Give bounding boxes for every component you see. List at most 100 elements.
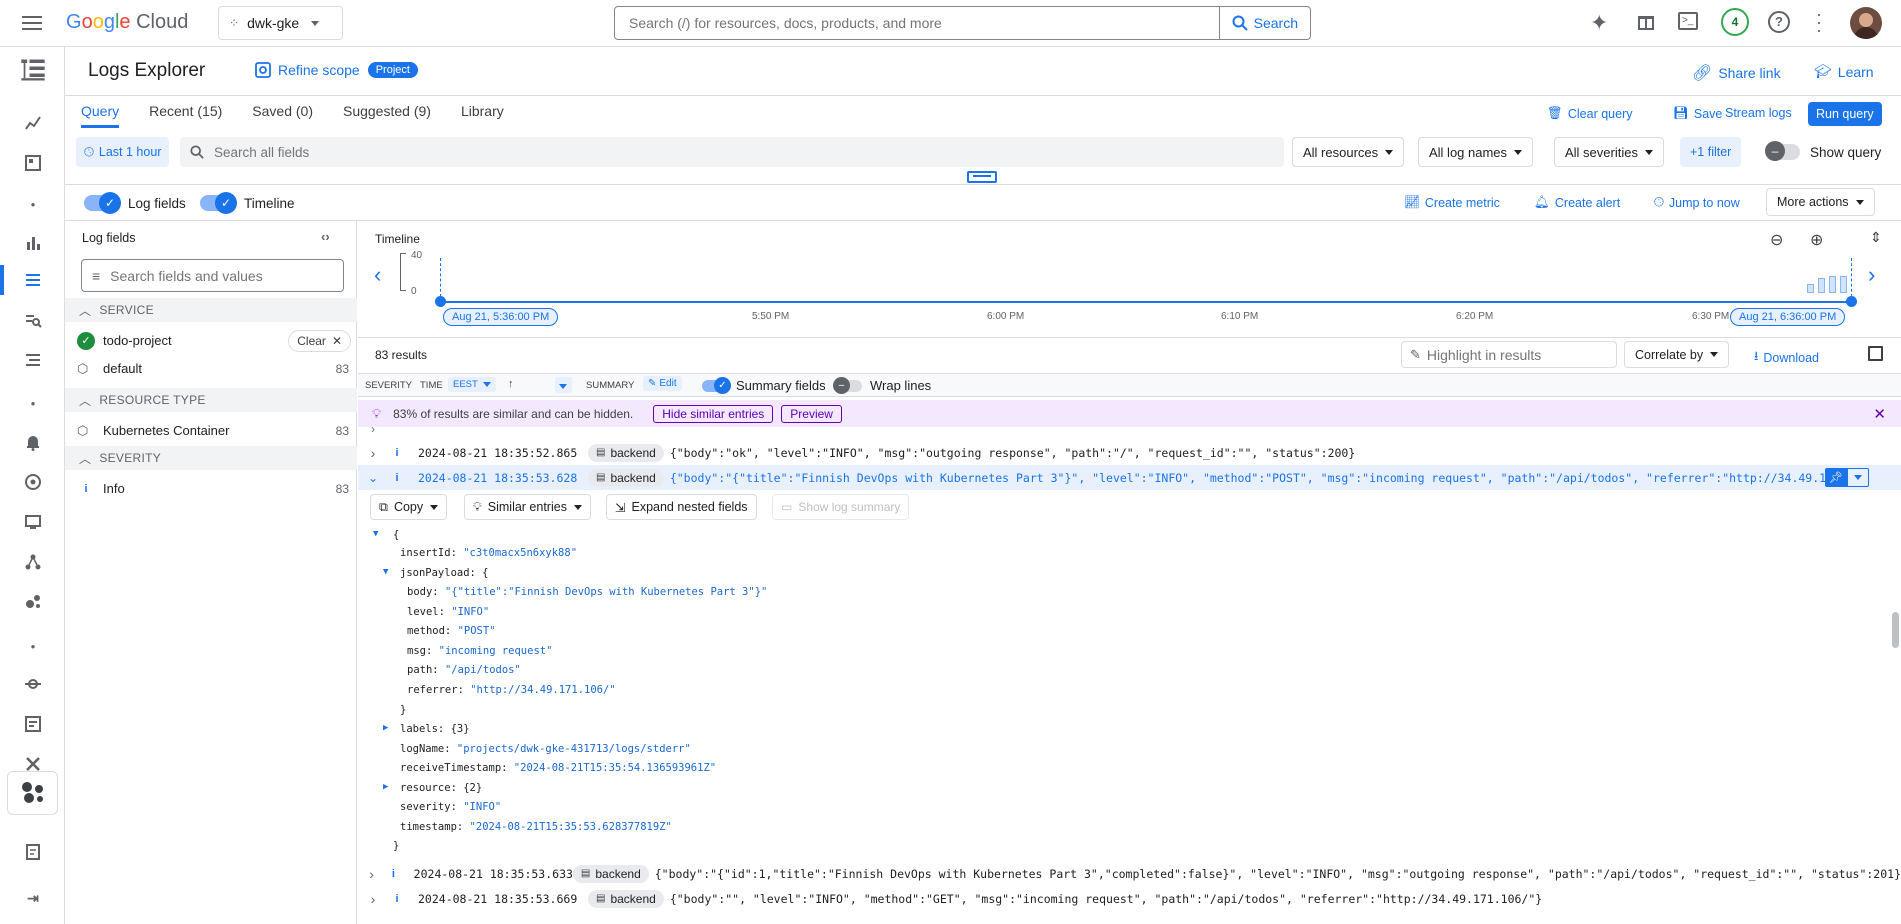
- project-picker[interactable]: ⁘ dwk-gke: [218, 6, 343, 40]
- timeline-handle-end[interactable]: [1846, 296, 1857, 307]
- tab-suggested[interactable]: Suggested (9): [343, 103, 431, 128]
- logging-menu-icon[interactable]: [18, 55, 48, 85]
- product-switcher-button[interactable]: [7, 771, 58, 815]
- log-fields-toggle[interactable]: ✓ Log fields: [84, 192, 186, 214]
- wrap-lines-toggle[interactable]: – Wrap lines: [833, 376, 931, 394]
- expand-row-icon[interactable]: ›: [358, 445, 388, 461]
- service-badge[interactable]: ▤ backend: [572, 864, 649, 883]
- all-log-names-dropdown[interactable]: All log names: [1418, 137, 1534, 167]
- monitor-icon[interactable]: [22, 511, 44, 533]
- toggle-switch[interactable]: –: [1765, 141, 1800, 161]
- graph-nodes-icon[interactable]: [22, 551, 44, 573]
- timeline-next-icon[interactable]: ›: [1868, 262, 1875, 288]
- services-icon[interactable]: [22, 591, 44, 613]
- field-value-todo-project[interactable]: ✓ todo-project Clear ✕: [65, 326, 357, 355]
- global-search-box[interactable]: Search: [614, 6, 1311, 40]
- summary-fields-toggle[interactable]: ✓ Summary fields: [702, 376, 826, 394]
- profiler-icon[interactable]: [22, 713, 44, 735]
- timeline-toggle[interactable]: ✓ Timeline: [200, 192, 295, 214]
- dashboard-icon[interactable]: [22, 152, 44, 174]
- collapse-row-icon[interactable]: ⌄: [358, 471, 388, 485]
- notifications-badge[interactable]: 4: [1721, 8, 1749, 36]
- field-search-box[interactable]: ≡: [81, 259, 344, 292]
- collapse-panel-icon[interactable]: ‹›: [321, 229, 330, 244]
- sort-arrow-icon[interactable]: ↑: [508, 378, 514, 390]
- similar-entries-dropdown[interactable]: 💡︎ Similar entries: [464, 494, 591, 520]
- learn-button[interactable]: 🎓︎ Learn: [1814, 63, 1874, 80]
- toggle-switch[interactable]: –: [833, 376, 862, 394]
- clear-chip[interactable]: Clear ✕: [288, 329, 351, 352]
- section-service[interactable]: ︿ SERVICE: [65, 298, 357, 322]
- create-alert-button[interactable]: 🔔︎ Create alert: [1534, 195, 1620, 210]
- extra-filter-chip[interactable]: +1 filter: [1680, 137, 1742, 167]
- log-router-icon[interactable]: [22, 349, 44, 371]
- toggle-switch[interactable]: ✓: [84, 192, 121, 214]
- clear-query-button[interactable]: 🗑︎ Clear query: [1547, 106, 1633, 121]
- jump-to-now-button[interactable]: 🕓︎ Jump to now: [1654, 195, 1740, 210]
- pin-icon[interactable]: 📌︎: [1825, 468, 1847, 487]
- highlight-input-box[interactable]: ✎: [1401, 341, 1617, 368]
- col-severity-header[interactable]: SEVERITY: [365, 380, 412, 391]
- main-menu-icon[interactable]: [22, 13, 42, 33]
- tab-saved[interactable]: Saved (0): [252, 103, 313, 128]
- tab-library[interactable]: Library: [461, 103, 504, 128]
- more-actions-dropdown[interactable]: More actions: [1766, 188, 1875, 216]
- service-badge[interactable]: ▤ backend: [588, 468, 664, 487]
- create-metric-button[interactable]: 📈︎ Create metric: [1404, 195, 1500, 210]
- all-resources-dropdown[interactable]: All resources: [1292, 137, 1405, 167]
- release-notes-icon[interactable]: [22, 841, 44, 863]
- save-query-button[interactable]: 💾︎ Save: [1673, 106, 1722, 121]
- log-row[interactable]: › i 2024-08-21 18:35:53.633 ▤ backend {"b…: [358, 861, 1901, 886]
- field-search-input[interactable]: [214, 144, 1284, 160]
- field-value-default[interactable]: ⬡ default 83: [65, 354, 357, 383]
- log-row[interactable]: › i 2024-08-21 18:35:52.865 ▤ backend {"b…: [358, 440, 1901, 465]
- expand-row-icon[interactable]: ›: [358, 891, 388, 907]
- logs-explorer-icon[interactable]: [22, 269, 44, 291]
- fields-search-input[interactable]: [110, 267, 343, 284]
- timezone-dropdown[interactable]: EEST: [448, 377, 496, 392]
- json-toggle-root[interactable]: ▼: [373, 529, 378, 539]
- show-query-toggle[interactable]: – Show query: [1765, 141, 1881, 161]
- tab-query[interactable]: Query: [81, 103, 120, 128]
- correlate-by-dropdown[interactable]: Correlate by: [1624, 341, 1730, 368]
- log-row-selected[interactable]: ⌄ i 2024-08-21 18:35:53.628 ▤ backend {"b…: [358, 465, 1901, 490]
- expand-vertical-icon[interactable]: ⇕: [1870, 229, 1882, 246]
- field-value-kubernetes-container[interactable]: ⬡ Kubernetes Container 83: [65, 416, 357, 445]
- hide-similar-button[interactable]: Hide similar entries: [653, 404, 774, 423]
- results-scrollbar[interactable]: [1892, 612, 1899, 648]
- all-severities-dropdown[interactable]: All severities: [1554, 137, 1664, 167]
- copy-dropdown[interactable]: ⧉ Copy: [370, 494, 448, 520]
- expand-nested-button[interactable]: ⇲ Expand nested fields: [606, 494, 757, 520]
- section-severity[interactable]: ︿ SEVERITY: [65, 446, 357, 470]
- metrics-icon[interactable]: [22, 112, 44, 134]
- close-banner-icon[interactable]: ✕: [1873, 405, 1886, 423]
- json-toggle-payload[interactable]: ▼: [383, 567, 388, 577]
- more-options-icon[interactable]: · · ·: [1816, 5, 1822, 39]
- timeline-prev-icon[interactable]: ‹: [374, 262, 381, 288]
- preview-button[interactable]: Preview: [781, 404, 842, 423]
- field-value-info[interactable]: i Info 83: [65, 474, 357, 503]
- stream-logs-button[interactable]: Stream logs: [1725, 106, 1792, 120]
- uptime-icon[interactable]: [22, 471, 44, 493]
- avatar[interactable]: [1850, 7, 1882, 39]
- share-link-button[interactable]: 🔗︎ Share link: [1692, 63, 1781, 83]
- log-row[interactable]: › i 2024-08-21 18:35:53.669 ▤ backend {"b…: [358, 886, 1901, 911]
- panel-resize-handle[interactable]: [967, 171, 997, 183]
- json-toggle-labels[interactable]: ▶: [383, 723, 388, 733]
- log-row-partial[interactable]: [358, 913, 1901, 924]
- trace-icon[interactable]: [22, 673, 44, 695]
- download-button[interactable]: ⭳ Download: [1754, 347, 1819, 368]
- alerting-bell-icon[interactable]: [22, 431, 44, 453]
- log-row-partial[interactable]: ›: [358, 425, 1901, 435]
- global-search-input[interactable]: [615, 8, 1219, 38]
- zoom-out-icon[interactable]: ⊖: [1770, 230, 1783, 250]
- time-column-menu-icon[interactable]: [555, 377, 572, 393]
- zoom-in-icon[interactable]: ⊕: [1810, 230, 1823, 250]
- run-query-button[interactable]: Run query: [1808, 102, 1882, 126]
- toggle-switch[interactable]: ✓: [702, 376, 731, 394]
- section-resource-type[interactable]: ︿ RESOURCE TYPE: [65, 388, 357, 412]
- cloud-shell-icon[interactable]: >_: [1678, 12, 1698, 30]
- toggle-switch[interactable]: ✓: [200, 192, 237, 214]
- gemini-icon[interactable]: ✦: [1590, 10, 1608, 36]
- fullscreen-icon[interactable]: [1868, 346, 1883, 361]
